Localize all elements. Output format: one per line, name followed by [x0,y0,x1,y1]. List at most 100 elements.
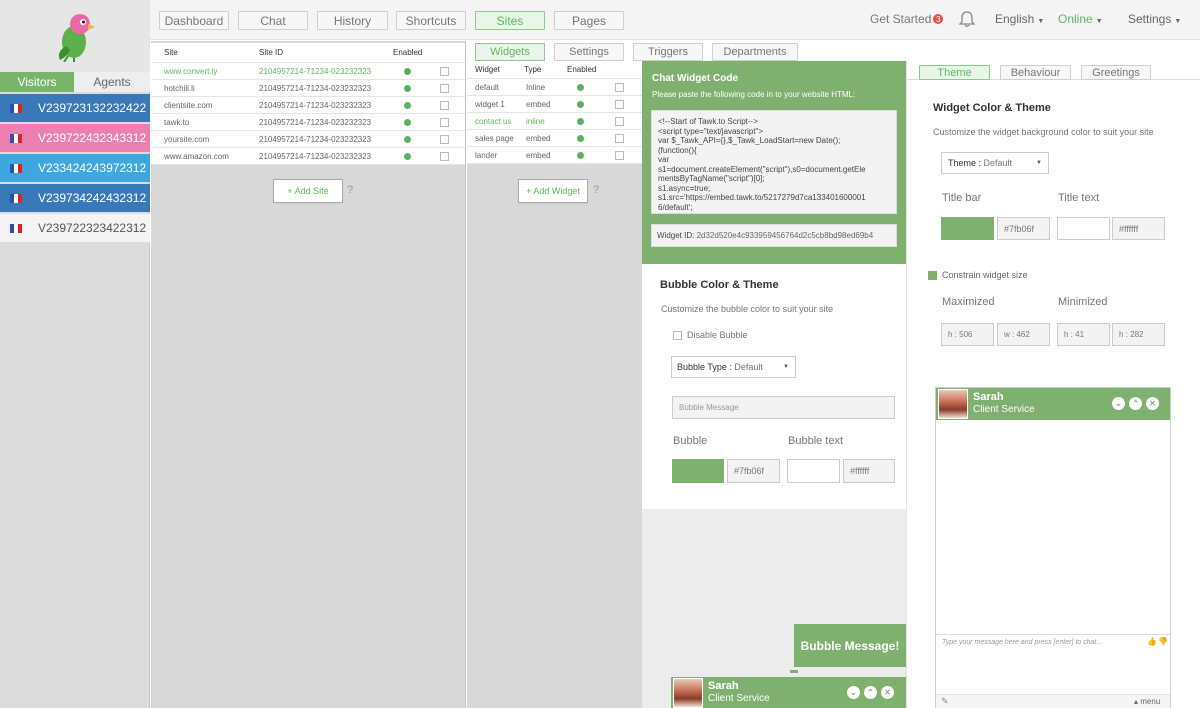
title-text-color-input[interactable]: #ffffff [1112,217,1165,240]
site-id: 2104957214-71234-023232323 [259,100,372,110]
minimize-icon[interactable]: ⌄ [847,686,860,699]
code-line: var $_Tawk_API={},$_Tawk_LoadStart=new D… [658,136,841,145]
tab-history[interactable]: History [317,11,388,30]
bubble-color-input[interactable]: #7fb06f [727,459,780,483]
status-select[interactable]: Online ▼ [1058,12,1103,26]
bubble-message-input[interactable]: Bubble Message [672,396,895,419]
widget-name[interactable]: lander [475,151,497,160]
widget-checkbox[interactable] [615,116,624,126]
tab-visitors[interactable]: Visitors [0,72,74,92]
tab-sub-settings[interactable]: Settings [554,43,624,61]
site-checkbox[interactable] [440,83,449,93]
thumb-up-icon[interactable]: 👍 [1147,637,1157,646]
site-row[interactable]: www.amazon.com 2104957214-71234-02323232… [151,148,465,165]
tab-shortcuts[interactable]: Shortcuts [396,11,466,30]
minimize-icon[interactable]: ⌄ [1112,397,1125,410]
attach-icon[interactable]: ✎ [941,696,949,707]
title-text-color-swatch[interactable] [1057,217,1110,240]
widget-name[interactable]: widget 1 [475,100,505,109]
widget-checkbox[interactable] [615,133,624,143]
maximize-icon[interactable]: ⌃ [864,686,877,699]
thumb-down-icon[interactable]: 👎 [1158,637,1168,646]
bell-icon[interactable] [959,10,975,28]
site-checkbox[interactable] [440,66,449,76]
tab-sites[interactable]: Sites [475,11,545,30]
bubble-type-select[interactable]: Bubble Type : Default ▼ [671,356,796,378]
close-icon[interactable]: ✕ [881,686,894,699]
tab-chat[interactable]: Chat [238,11,308,30]
tab-theme[interactable]: Theme [919,65,990,80]
widget-name[interactable]: sales page [475,134,514,143]
menu-button[interactable]: ▴ menu [1134,697,1160,706]
max-width-input[interactable]: w : 462 [997,323,1050,346]
settings-menu[interactable]: Settings ▼ [1128,12,1181,26]
site-name[interactable]: www.amazon.com [164,152,229,161]
widget-row[interactable]: default Inline [467,79,642,96]
minimized-chat-bar[interactable]: Sarah Client Service ⌄ ⌃ ✕ [671,677,906,708]
widget-row[interactable]: contact us inline [467,113,642,130]
widget-row[interactable]: lander embed [467,147,642,164]
min-width-input[interactable]: h : 282 [1112,323,1165,346]
get-started-link[interactable]: Get Started 3 [870,12,944,26]
site-name[interactable]: clientsite.com [164,101,212,110]
site-name[interactable]: www.convert.ly [164,67,217,76]
bubble-color-swatch[interactable] [672,459,724,483]
site-row[interactable]: yoursite.com 2104957214-71234-023232323 [151,131,465,148]
site-name[interactable]: yoursite.com [164,135,209,144]
theme-select[interactable]: Theme : Default ▼ [941,152,1049,174]
widget-checkbox[interactable] [615,82,624,92]
widget-name[interactable]: default [475,83,499,92]
constrain-size-checkbox[interactable]: Constrain widget size [928,270,1028,280]
widget-row[interactable]: sales page embed [467,130,642,147]
maximize-icon[interactable]: ⌃ [1129,397,1142,410]
bubble-text-color-input[interactable]: #ffffff [843,459,895,483]
title-bar-color-input[interactable]: #7fb06f [997,217,1050,240]
tab-greetings[interactable]: Greetings [1081,65,1151,80]
visitor-row[interactable]: V239722432343312 [0,124,150,153]
tab-behaviour[interactable]: Behaviour [1000,65,1071,80]
add-site-button[interactable]: + Add Site [273,179,343,203]
site-name[interactable]: tawk.to [164,118,189,127]
max-height-input[interactable]: h : 506 [941,323,994,346]
min-height-input[interactable]: h : 41 [1057,323,1110,346]
visitor-row[interactable]: V233424243972312 [0,154,150,183]
site-row[interactable]: hotchili.li 2104957214-71234-023232323 [151,80,465,97]
visitor-row[interactable]: V239734242432312 [0,184,150,213]
tab-dashboard[interactable]: Dashboard [159,11,229,30]
tab-agents[interactable]: Agents [74,72,150,92]
parrot-logo[interactable] [48,8,100,62]
enabled-dot [404,118,411,126]
help-icon[interactable]: ? [593,184,599,196]
tab-pages[interactable]: Pages [554,11,624,30]
widget-checkbox[interactable] [615,150,624,160]
disable-bubble-checkbox[interactable]: Disable Bubble [673,330,748,340]
widget-row[interactable]: widget 1 embed [467,96,642,113]
site-checkbox[interactable] [440,151,449,161]
code-textarea[interactable]: <!--Start of Tawk.to Script--> <script ty… [651,110,897,214]
site-checkbox[interactable] [440,100,449,110]
title-bar-color-swatch[interactable] [941,217,994,240]
checkbox-box [673,330,682,340]
widget-checkbox[interactable] [615,99,624,109]
site-row[interactable]: clientsite.com 2104957214-71234-02323232… [151,97,465,114]
tab-triggers[interactable]: Triggers [633,43,703,61]
language-select[interactable]: English ▼ [995,12,1044,26]
site-row[interactable]: tawk.to 2104957214-71234-023232323 [151,114,465,131]
visitor-row[interactable]: V239723132232422 [0,94,150,123]
close-icon[interactable]: ✕ [1146,397,1159,410]
widget-name[interactable]: contact us [475,117,511,126]
bubble-preview[interactable]: Bubble Message! [794,624,906,667]
visitor-row[interactable]: V239722323422312 [0,214,150,243]
bubble-text-color-swatch[interactable] [787,459,840,483]
chat-input[interactable]: Type your message here and press [enter]… [936,634,1170,694]
site-row[interactable]: www.convert.ly 2104957214-71234-02323232… [151,63,465,80]
site-checkbox[interactable] [440,117,449,127]
site-name[interactable]: hotchili.li [164,84,195,93]
chat-header[interactable]: Sarah Client Service ⌄ ⌃ ✕ [936,388,1170,420]
tab-departments[interactable]: Departments [712,43,798,61]
site-checkbox[interactable] [440,134,449,144]
add-widget-button[interactable]: + Add Widget [518,179,588,203]
col-site-id: Site ID [259,48,284,57]
help-icon[interactable]: ? [347,184,353,196]
tab-widgets[interactable]: Widgets [475,43,545,61]
